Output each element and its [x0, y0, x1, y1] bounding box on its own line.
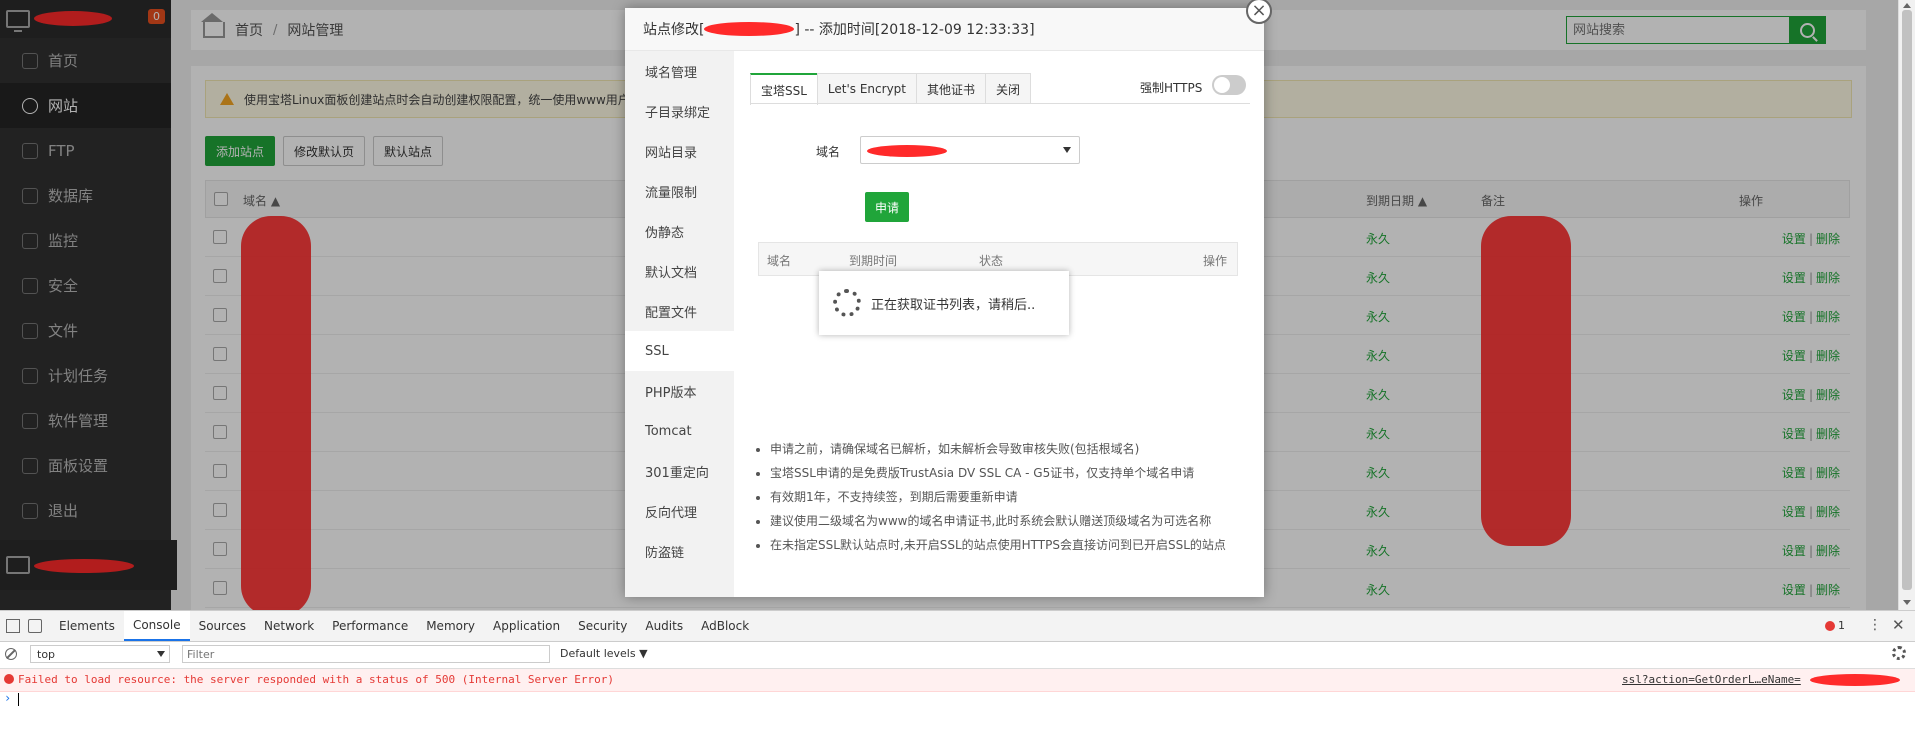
- tab-lets-encrypt[interactable]: Let's Encrypt: [816, 73, 917, 104]
- context-select[interactable]: top: [30, 645, 170, 663]
- devtools-tab-audits[interactable]: Audits: [636, 611, 692, 641]
- clear-console-icon[interactable]: [5, 648, 17, 660]
- scroll-up-icon[interactable]: [1903, 3, 1911, 8]
- dialog-nav-item[interactable]: 子目录绑定: [625, 91, 734, 131]
- ssl-notes: 申请之前，请确保域名已解析，如未解析会导致审核失败(包括根域名) 宝塔SSL申请…: [754, 437, 1226, 557]
- chevron-down-icon: [157, 651, 165, 657]
- devtools-tab-network[interactable]: Network: [255, 611, 323, 641]
- log-levels-select[interactable]: Default levels ▼: [560, 647, 648, 660]
- devtools-tab-sources[interactable]: Sources: [190, 611, 255, 641]
- error-message: Failed to load resource: the server resp…: [18, 673, 615, 686]
- error-icon: [4, 674, 14, 684]
- force-https-toggle[interactable]: [1212, 75, 1246, 95]
- dialog-nav: 域名管理 子目录绑定 网站目录 流量限制 伪静态 默认文档 配置文件 SSL PHP版本 Tomc…: [625, 51, 734, 597]
- console-prompt: ›: [4, 691, 12, 705]
- loading-toast: 正在获取证书列表，请稍后..: [819, 271, 1069, 335]
- scrollbar-thumb[interactable]: [1902, 10, 1912, 590]
- gear-icon[interactable]: [1892, 646, 1906, 660]
- devtools-tabs: Elements Console Sources Network Performance…: [50, 611, 758, 641]
- dialog-title-suffix: ] -- 添加时间[2018-12-09 12:33:33]: [794, 22, 1035, 38]
- domain-select[interactable]: [860, 136, 1080, 164]
- devtools-tab-security[interactable]: Security: [569, 611, 636, 641]
- devtools-tab-application[interactable]: Application: [484, 611, 569, 641]
- dialog-nav-item[interactable]: 默认文档: [625, 251, 734, 291]
- devtools-tab-memory[interactable]: Memory: [417, 611, 484, 641]
- dialog-title-prefix: 站点修改[: [643, 22, 705, 38]
- inspect-element-icon[interactable]: [6, 619, 20, 633]
- devtools-tab-performance[interactable]: Performance: [323, 611, 417, 641]
- note-item: 宝塔SSL申请的是免费版TrustAsia DV SSL CA - G5证书，仅…: [770, 461, 1226, 485]
- console-input-cursor[interactable]: [18, 693, 19, 706]
- toggle-knob: [1214, 77, 1230, 93]
- cert-col-actions: 操作: [1203, 254, 1228, 268]
- devtools-tab-console[interactable]: Console: [123, 611, 190, 641]
- note-item: 申请之前，请确保域名已解析，如未解析会导致审核失败(包括根域名): [770, 437, 1226, 461]
- context-value: top: [37, 647, 56, 661]
- dialog-nav-item[interactable]: 反向代理: [625, 491, 734, 531]
- devtools-tab-elements[interactable]: Elements: [50, 611, 124, 641]
- dialog-nav-item[interactable]: 网站目录: [625, 131, 734, 171]
- apply-ssl-button[interactable]: 申请: [865, 192, 909, 222]
- note-item: 有效期1年，不支持续签，到期后需要重新申请: [770, 485, 1226, 509]
- close-icon: ×: [1251, 0, 1267, 21]
- tab-close-ssl[interactable]: 关闭: [985, 73, 1032, 104]
- dialog-nav-item[interactable]: 301重定向: [625, 451, 734, 491]
- domain-label: 域名: [816, 145, 841, 159]
- bt-panel-app: 0 首页 网站 FTP 数据库 监控 安全 文件 计划任务 软件管理 面板设置 …: [0, 0, 1915, 610]
- tab-other-cert[interactable]: 其他证书: [916, 73, 987, 104]
- tab-bt-ssl[interactable]: 宝塔SSL: [750, 73, 818, 105]
- dialog-nav-item[interactable]: SSL: [625, 331, 734, 371]
- dialog-nav-item[interactable]: 配置文件: [625, 291, 734, 331]
- devtools-tabbar: Elements Console Sources Network Performance…: [0, 611, 1915, 642]
- error-icon: [1825, 620, 1835, 631]
- redacted-domain: [867, 145, 947, 157]
- note-item: 建议使用二级域名为www的域名申请证书,此时系统会默认赠送顶级域名为可选名称: [770, 509, 1226, 533]
- dialog-nav-item[interactable]: 流量限制: [625, 171, 734, 211]
- dialog-title: 站点修改[ ] -- 添加时间[2018-12-09 12:33:33]: [625, 8, 1264, 51]
- chevron-down-icon: [1063, 147, 1071, 153]
- error-count: 1: [1838, 619, 1845, 632]
- devtools-menu-icon[interactable]: ⋮: [1868, 617, 1882, 633]
- dialog-nav-item[interactable]: PHP版本: [625, 371, 734, 411]
- dialog-nav-item[interactable]: 伪静态: [625, 211, 734, 251]
- force-https-label: 强制HTTPS: [1140, 81, 1203, 95]
- console-toolbar: top Default levels ▼: [0, 642, 1915, 669]
- console-error-line: Failed to load resource: the server resp…: [0, 669, 1915, 692]
- cert-col-status: 状态: [979, 254, 1004, 268]
- devtools-close-icon[interactable]: ✕: [1892, 616, 1905, 634]
- redacted-source: [1810, 674, 1900, 686]
- spinner-icon: [833, 289, 861, 317]
- cert-col-expiry: 到期时间: [849, 254, 898, 268]
- device-toolbar-icon[interactable]: [28, 619, 42, 633]
- scroll-down-icon[interactable]: [1903, 600, 1911, 605]
- cert-col-domain: 域名: [767, 254, 792, 268]
- redacted-site-name: [704, 22, 795, 36]
- tab-divider: [750, 103, 1250, 104]
- devtools-panel: Elements Console Sources Network Performance…: [0, 610, 1915, 737]
- loading-text: 正在获取证书列表，请稍后..: [871, 297, 1036, 313]
- devtools-tab-adblock[interactable]: AdBlock: [692, 611, 758, 641]
- dialog-nav-item[interactable]: 域名管理: [625, 51, 734, 91]
- dialog-nav-item[interactable]: Tomcat: [625, 411, 734, 451]
- error-source-link[interactable]: ssl?action=GetOrderL…eName=: [1622, 673, 1801, 686]
- console-filter-input[interactable]: [182, 645, 550, 663]
- dialog-nav-item[interactable]: 防盗链: [625, 531, 734, 571]
- ssl-tabs: 宝塔SSL Let's Encrypt 其他证书 关闭: [750, 73, 1032, 105]
- page-scrollbar[interactable]: [1898, 0, 1915, 610]
- error-counter[interactable]: 1: [1825, 619, 1845, 632]
- note-item: 在未指定SSL默认站点时,未开启SSL的站点使用HTTPS会直接访问到已开启SS…: [770, 533, 1226, 557]
